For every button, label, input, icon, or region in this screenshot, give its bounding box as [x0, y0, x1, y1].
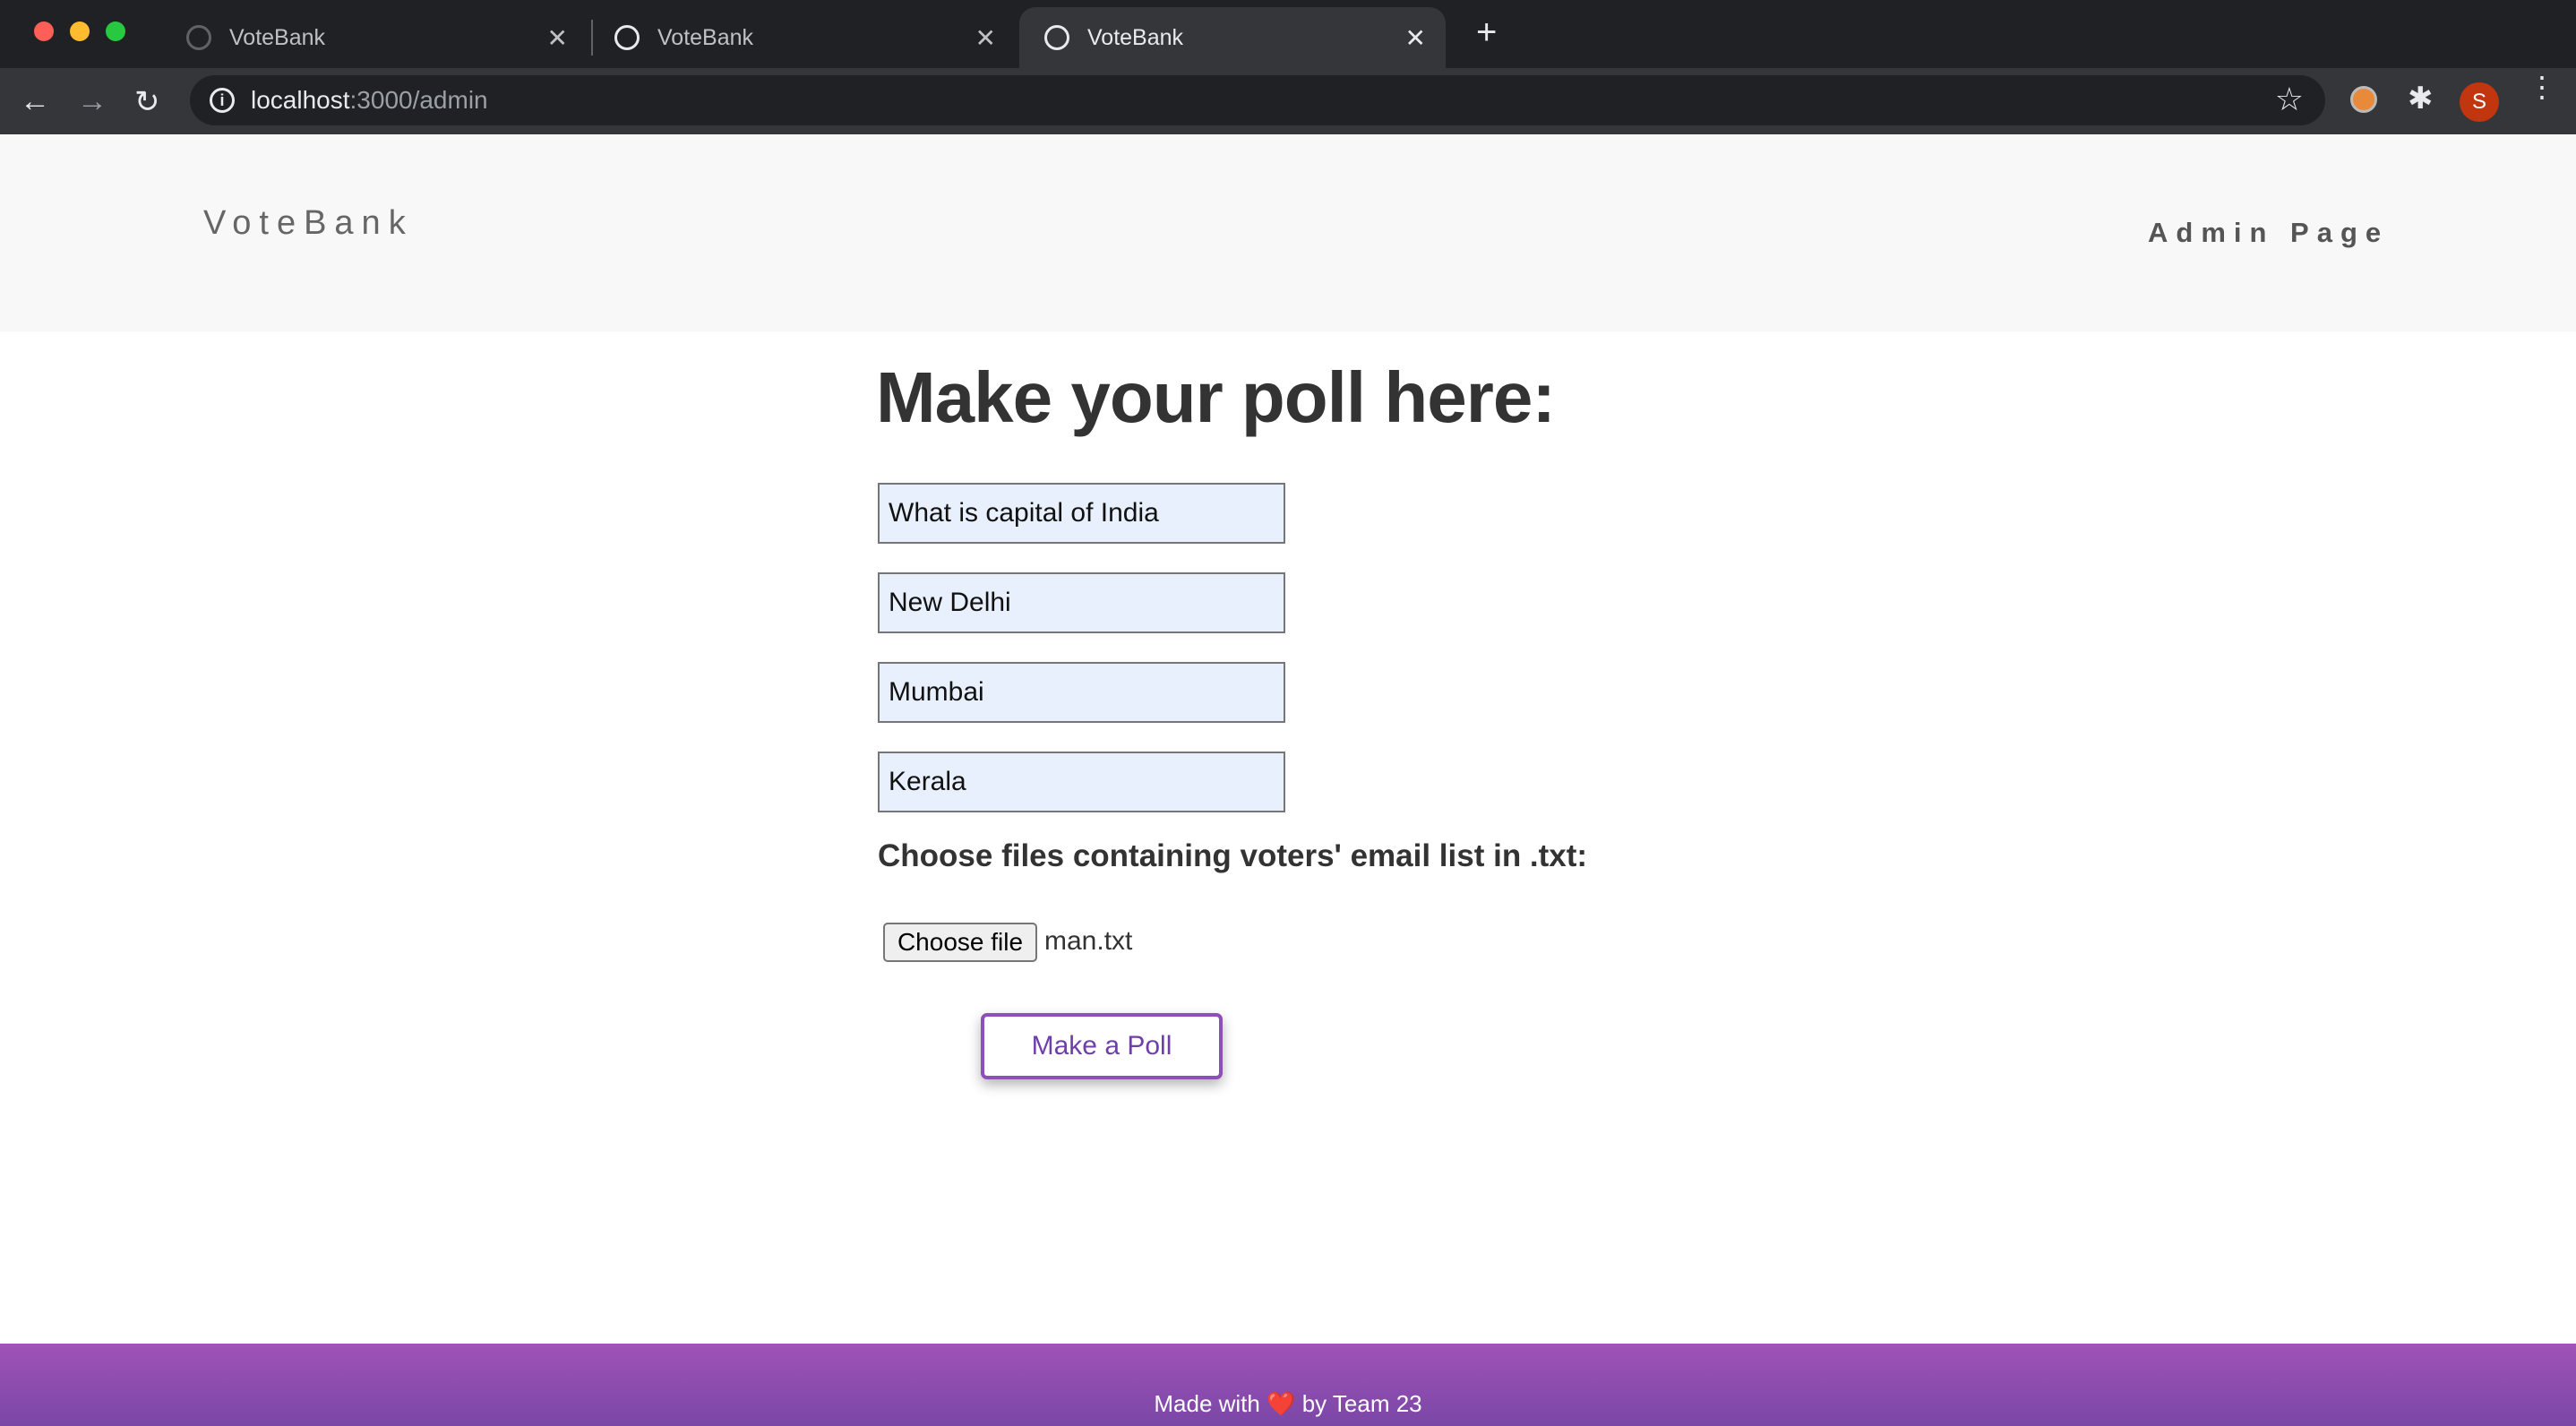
question-input[interactable]	[878, 483, 1285, 544]
browser-tab[interactable]: VoteBank ✕	[161, 7, 588, 68]
tab-title: VoteBank	[657, 24, 754, 50]
globe-icon	[1044, 25, 1069, 50]
selected-file-name: man.txt	[1044, 926, 1133, 956]
page-title: Make your poll here:	[876, 357, 1556, 437]
extension-icon[interactable]	[2350, 86, 2377, 113]
url-path: :3000/admin	[349, 86, 488, 114]
admin-page-link[interactable]: Admin Page	[2148, 217, 2389, 249]
file-input-label: Choose files containing voters' email li…	[878, 838, 1588, 873]
bookmark-star-icon[interactable]: ☆	[2275, 81, 2304, 118]
info-icon[interactable]: i	[210, 88, 235, 113]
footer-text: by Team 23	[1301, 1390, 1422, 1417]
site-logo[interactable]: VoteBank	[203, 204, 414, 243]
forward-button[interactable]: →	[77, 84, 107, 119]
tab-title: VoteBank	[1087, 24, 1184, 50]
option-3-input[interactable]	[878, 752, 1285, 812]
new-tab-button[interactable]: +	[1476, 13, 1497, 53]
url-bar[interactable]: i localhost:3000/admin ☆	[190, 75, 2325, 125]
close-tab-icon[interactable]: ✕	[1405, 23, 1426, 53]
option-2-input[interactable]	[878, 662, 1285, 723]
menu-kebab-icon[interactable]: ⋮	[2528, 73, 2556, 101]
browser-tab-bar: VoteBank ✕ VoteBank ✕ VoteBank ✕ +	[0, 0, 2576, 68]
close-tab-icon[interactable]: ✕	[975, 23, 996, 53]
url-host: localhost	[251, 86, 350, 114]
extensions-puzzle-icon[interactable]: ✱	[2408, 81, 2434, 116]
minimize-window-button[interactable]	[70, 21, 90, 41]
back-button[interactable]: ←	[20, 84, 50, 119]
make-poll-button[interactable]: Make a Poll	[981, 1013, 1223, 1079]
site-header: VoteBank Admin Page	[0, 134, 2576, 331]
tab-title: VoteBank	[229, 24, 326, 50]
globe-icon	[614, 25, 640, 50]
choose-file-button[interactable]: Choose file	[883, 923, 1037, 962]
browser-tab-active[interactable]: VoteBank ✕	[1019, 7, 1446, 68]
browser-tab[interactable]: VoteBank ✕	[589, 7, 1016, 68]
maximize-window-button[interactable]	[106, 21, 125, 41]
footer-text: Made with	[1154, 1390, 1260, 1417]
heart-icon: ❤️	[1267, 1390, 1296, 1417]
profile-avatar[interactable]: S	[2460, 82, 2499, 122]
option-1-input[interactable]	[878, 572, 1285, 633]
site-footer: Made with ❤️ by Team 23	[0, 1344, 2576, 1426]
reload-button[interactable]: ↻	[134, 84, 160, 120]
close-window-button[interactable]	[34, 21, 54, 41]
close-tab-icon[interactable]: ✕	[547, 23, 568, 53]
globe-icon	[186, 25, 211, 50]
address-toolbar: ← → ↻ i localhost:3000/admin ☆ ✱ S ⋮	[0, 68, 2576, 134]
